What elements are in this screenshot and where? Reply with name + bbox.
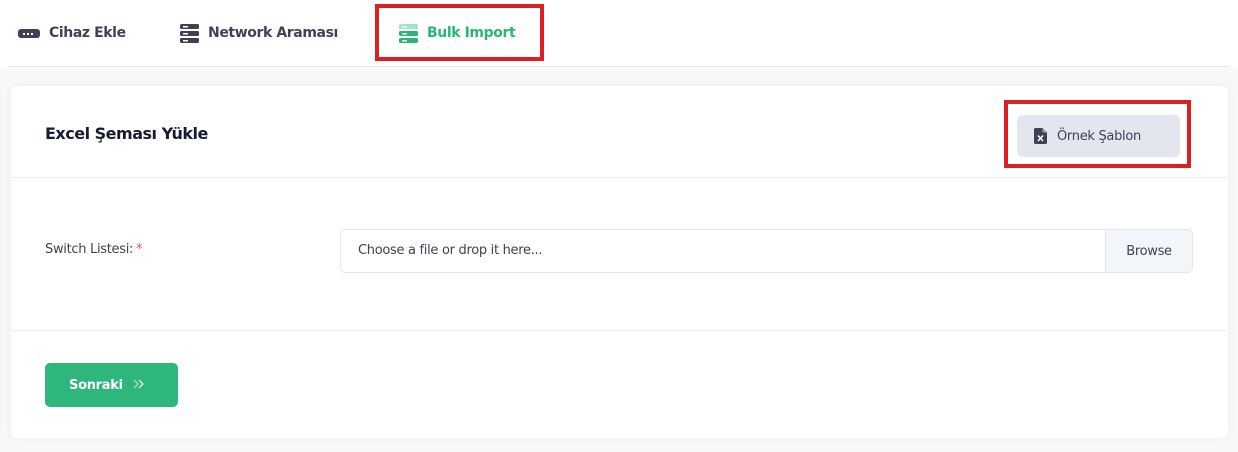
- tab-bulk-import[interactable]: Bulk Import: [399, 0, 516, 66]
- server-icon: [180, 23, 199, 43]
- double-chevron-right-icon: [133, 378, 145, 393]
- file-input-placeholder: Choose a file or drop it here...: [358, 243, 543, 258]
- next-button[interactable]: Sonraki: [45, 363, 178, 407]
- sample-template-label: Örnek Şablon: [1057, 128, 1141, 144]
- tab-bar: Cihaz Ekle Network Araması Bulk Import: [0, 0, 1238, 68]
- next-button-label: Sonraki: [69, 377, 123, 393]
- card-title: Excel Şeması Yükle: [45, 124, 208, 143]
- tab-label: Cihaz Ekle: [49, 25, 126, 41]
- tab-label: Bulk Import: [427, 25, 516, 41]
- device-icon: [18, 27, 40, 39]
- card-footer: Sonraki: [11, 332, 1228, 438]
- tab-cihaz-ekle[interactable]: Cihaz Ekle: [18, 0, 126, 66]
- card-body: Switch Listesi: * Choose a file or drop i…: [11, 178, 1228, 331]
- browse-button[interactable]: Browse: [1105, 230, 1192, 272]
- switch-list-label-text: Switch Listesi:: [45, 242, 134, 257]
- file-input[interactable]: Choose a file or drop it here... Browse: [340, 229, 1193, 273]
- switch-list-label: Switch Listesi: *: [45, 242, 143, 257]
- sample-template-button[interactable]: Örnek Şablon: [1017, 115, 1180, 157]
- tab-label: Network Araması: [208, 25, 338, 41]
- required-mark: *: [136, 242, 143, 257]
- card-header: Excel Şeması Yükle Örnek Şablon: [11, 86, 1228, 178]
- tab-network-aramasi[interactable]: Network Araması: [180, 0, 338, 66]
- tab-bar-divider: [8, 66, 1230, 67]
- excel-file-icon: [1034, 128, 1047, 144]
- upload-card: Excel Şeması Yükle Örnek Şablon Switch L…: [11, 86, 1228, 438]
- server-stack-icon: [399, 23, 418, 43]
